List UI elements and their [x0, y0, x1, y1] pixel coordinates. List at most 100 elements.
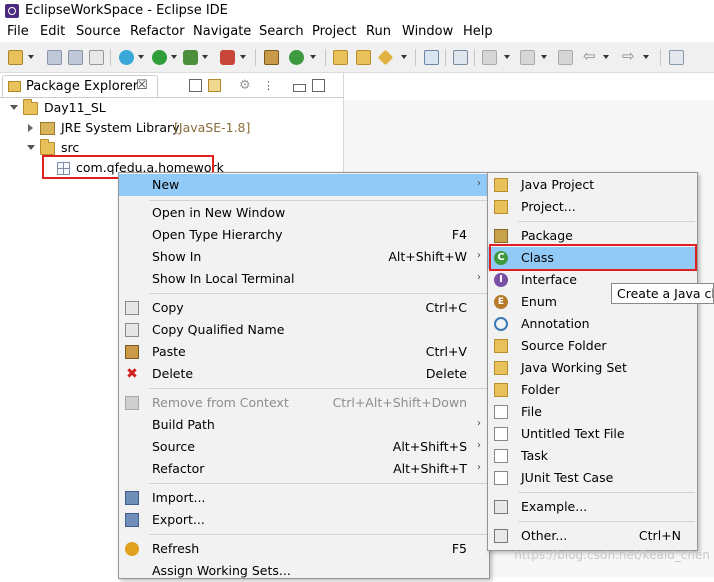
menu-item-new[interactable]: New ›	[119, 174, 487, 196]
submenu-item-untitled-text-file[interactable]: Untitled Text File	[488, 423, 695, 445]
menu-item-build-path[interactable]: Build Path ›	[119, 414, 487, 436]
menu-project[interactable]: Project	[312, 24, 356, 39]
submenu-item-example[interactable]: Example...	[488, 496, 695, 518]
save-all-icon[interactable]	[68, 50, 83, 65]
new-package-icon[interactable]	[264, 50, 279, 65]
collapse-all-icon[interactable]	[189, 79, 202, 92]
chevron-down-icon[interactable]	[603, 55, 609, 59]
menu-item-show-in[interactable]: Show In Alt+Shift+W ›	[119, 246, 487, 268]
menu-edit[interactable]: Edit	[40, 24, 65, 39]
submenu-item-source-folder[interactable]: Source Folder	[488, 335, 695, 357]
tree-item-library[interactable]: JRE System Library [JavaSE-1.8]	[0, 118, 343, 138]
submenu-item-folder[interactable]: Folder	[488, 379, 695, 401]
focus-icon[interactable]: ⚙	[239, 79, 252, 92]
submenu-item-project[interactable]: Project...	[488, 196, 695, 218]
new-wizard-icon[interactable]	[8, 50, 23, 65]
chevron-down-icon[interactable]	[310, 55, 316, 59]
menu-help[interactable]: Help	[463, 24, 493, 39]
watermark: https://blog.csdn.net/keaid_chen	[514, 548, 710, 562]
toggle-mark-icon[interactable]	[453, 50, 468, 65]
link-with-editor-icon[interactable]	[208, 79, 221, 92]
forward-icon[interactable]: ⇨	[622, 49, 637, 64]
menu-item-source[interactable]: Source Alt+Shift+S ›	[119, 436, 487, 458]
menu-item-copy-qualified-name[interactable]: Copy Qualified Name	[119, 319, 487, 341]
menu-item-refactor[interactable]: Refactor Alt+Shift+T ›	[119, 458, 487, 480]
tab-package-explorer[interactable]: Package Explorer ☒	[2, 75, 158, 98]
menu-file[interactable]: File	[7, 24, 29, 39]
menu-run[interactable]: Run	[366, 24, 391, 39]
menu-item-export[interactable]: Export...	[119, 509, 487, 531]
run-icon[interactable]	[152, 50, 167, 65]
print-icon[interactable]	[89, 50, 104, 65]
menu-source[interactable]: Source	[76, 24, 121, 39]
view-menu-icon[interactable]: ⋮	[263, 79, 277, 92]
chevron-down-icon[interactable]	[643, 55, 649, 59]
chevron-right-icon[interactable]	[28, 124, 33, 132]
menu-item-shortcut: Alt+Shift+S	[392, 439, 467, 454]
coverage-icon[interactable]	[183, 50, 198, 65]
menu-item-label: Java Project	[521, 177, 595, 192]
tree-item-project[interactable]: Day11_SL	[0, 98, 343, 118]
minimize-icon[interactable]	[293, 84, 306, 92]
menu-item-remove-from-context[interactable]: Remove from Context Ctrl+Alt+Shift+Down	[119, 392, 487, 414]
chevron-down-icon[interactable]	[240, 55, 246, 59]
menu-item-paste[interactable]: Paste Ctrl+V	[119, 341, 487, 363]
menu-item-assign-working-sets[interactable]: Assign Working Sets...	[119, 560, 487, 582]
tree-label-library-suffix: [JavaSE-1.8]	[174, 120, 251, 135]
import-icon	[125, 491, 139, 505]
menu-separator	[149, 200, 487, 201]
submenu-item-file[interactable]: File	[488, 401, 695, 423]
menu-item-show-local-terminal[interactable]: Show In Local Terminal ›	[119, 268, 487, 290]
new-class-icon[interactable]	[289, 50, 304, 65]
other-wizard-icon	[494, 529, 508, 543]
chevron-down-icon[interactable]	[10, 105, 18, 110]
close-icon[interactable]: ☒	[136, 78, 148, 93]
menu-item-label: New	[152, 177, 180, 192]
submenu-item-junit-test-case[interactable]: JUnit Test Case	[488, 467, 695, 489]
previous-annotation-icon[interactable]	[520, 50, 535, 65]
eclipse-icon	[5, 4, 19, 18]
submenu-item-java-project[interactable]: Java Project	[488, 174, 695, 196]
open-type-icon[interactable]	[333, 50, 348, 65]
chevron-down-icon[interactable]	[27, 145, 35, 150]
next-annotation-icon[interactable]	[482, 50, 497, 65]
menu-item-copy[interactable]: Copy Ctrl+C	[119, 297, 487, 319]
pin-editor-icon[interactable]	[669, 50, 684, 65]
chevron-right-icon: ›	[477, 462, 481, 473]
menu-navigate[interactable]: Navigate	[193, 24, 251, 39]
menu-window[interactable]: Window	[402, 24, 453, 39]
open-folder-icon[interactable]	[356, 50, 371, 65]
menu-separator	[149, 483, 487, 484]
menu-item-refresh[interactable]: Refresh F5	[119, 538, 487, 560]
submenu-item-annotation[interactable]: Annotation	[488, 313, 695, 335]
debug-icon[interactable]	[119, 50, 134, 65]
highlight-box-class	[489, 244, 697, 271]
chevron-down-icon[interactable]	[401, 55, 407, 59]
chevron-down-icon[interactable]	[171, 55, 177, 59]
menu-item-label: File	[521, 404, 542, 419]
chevron-down-icon[interactable]	[504, 55, 510, 59]
menu-refactor[interactable]: Refactor	[130, 24, 185, 39]
terminal-icon[interactable]	[424, 50, 439, 65]
maximize-icon[interactable]	[312, 79, 325, 92]
back-icon[interactable]: ⇦	[583, 49, 598, 64]
interface-icon: I	[494, 273, 508, 287]
save-icon[interactable]	[47, 50, 62, 65]
chevron-down-icon[interactable]	[202, 55, 208, 59]
menu-item-import[interactable]: Import...	[119, 487, 487, 509]
menu-search[interactable]: Search	[259, 24, 304, 39]
last-edit-icon[interactable]	[558, 50, 573, 65]
chevron-down-icon[interactable]	[138, 55, 144, 59]
submenu-item-java-working-set[interactable]: Java Working Set	[488, 357, 695, 379]
chevron-down-icon[interactable]	[28, 55, 34, 59]
chevron-down-icon[interactable]	[541, 55, 547, 59]
external-tools-icon[interactable]	[220, 50, 235, 65]
submenu-item-other[interactable]: Other... Ctrl+N	[488, 525, 695, 547]
menu-item-open-type-hierarchy[interactable]: Open Type Hierarchy F4	[119, 224, 487, 246]
menu-item-label: Task	[521, 448, 548, 463]
menu-item-delete[interactable]: ✖ Delete Delete	[119, 363, 487, 385]
search-icon[interactable]	[377, 49, 394, 66]
menu-item-open-new-window[interactable]: Open in New Window	[119, 202, 487, 224]
submenu-item-task[interactable]: Task	[488, 445, 695, 467]
enum-icon: E	[494, 295, 508, 309]
